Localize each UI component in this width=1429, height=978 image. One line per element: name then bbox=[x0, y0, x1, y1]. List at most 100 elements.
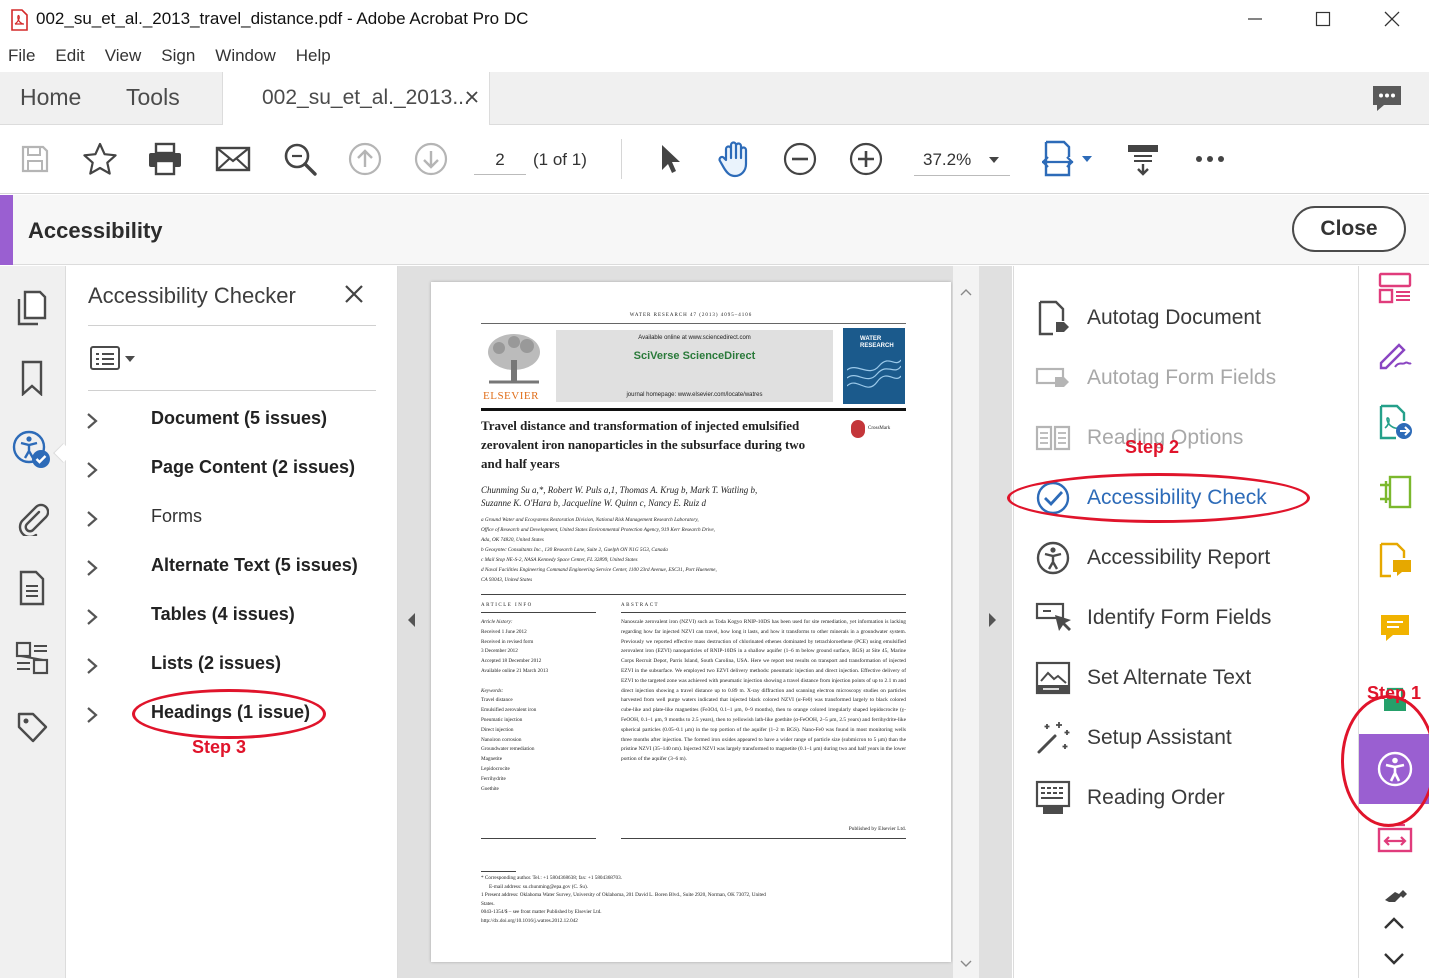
abstract-text: Nanoscale zerovalent iron (NZVI) such as… bbox=[621, 619, 906, 763]
options-menu-icon[interactable] bbox=[90, 346, 138, 370]
edit-pdf-icon[interactable] bbox=[1373, 470, 1417, 514]
tool-title: Accessibility bbox=[28, 218, 163, 243]
page-number-input[interactable]: 2 bbox=[474, 145, 526, 175]
menu-help[interactable]: Help bbox=[296, 46, 343, 66]
checker-item-alternate-text[interactable]: Alternate Text (5 issues) bbox=[66, 543, 398, 592]
rule bbox=[481, 408, 906, 411]
checker-item-tables[interactable]: Tables (4 issues) bbox=[66, 592, 398, 641]
rail-scroll-up-icon[interactable] bbox=[1383, 916, 1405, 930]
save-icon[interactable] bbox=[15, 139, 55, 179]
checker-item-label: Document (5 issues) bbox=[151, 408, 328, 428]
fill-sign-icon[interactable] bbox=[1373, 332, 1417, 376]
article-info-line: 3 December 2012 bbox=[481, 648, 518, 655]
close-tab-icon[interactable] bbox=[466, 91, 478, 103]
close-button[interactable]: Close bbox=[1292, 206, 1406, 252]
minimize-button[interactable] bbox=[1226, 0, 1284, 38]
chevron-right-icon[interactable] bbox=[82, 459, 102, 481]
accent-strip bbox=[0, 195, 13, 265]
chevron-right-icon[interactable] bbox=[82, 704, 102, 726]
tool-identify-form-fields[interactable]: Identify Form Fields bbox=[1034, 592, 1354, 642]
chevron-right-icon[interactable] bbox=[82, 606, 102, 628]
rule bbox=[621, 838, 906, 839]
menu-file[interactable]: File bbox=[8, 46, 47, 66]
tab-document[interactable]: 002_su_et_al._2013... bbox=[222, 72, 490, 125]
menu-window[interactable]: Window bbox=[215, 46, 287, 66]
affiliation-line: Ada, OK 74820, United States bbox=[481, 537, 544, 543]
more-tools-icon[interactable] bbox=[1190, 139, 1230, 179]
chevron-right-icon[interactable] bbox=[82, 508, 102, 530]
tool-autotag-document[interactable]: Autotag Document bbox=[1034, 292, 1354, 342]
page-display-icon[interactable] bbox=[1040, 139, 1096, 179]
zoom-out-icon[interactable] bbox=[780, 139, 820, 179]
next-page-icon[interactable] bbox=[411, 139, 451, 179]
authors-line: Suzanne K. O'Hara b, Jacqueline W. Quinn… bbox=[481, 498, 707, 508]
document-view[interactable]: WATER RESEARCH 47 (2013) 4095–4106 ELSEV… bbox=[398, 266, 1012, 978]
checker-item-forms[interactable]: Forms bbox=[66, 494, 398, 543]
scroll-up-icon[interactable] bbox=[960, 288, 972, 296]
checker-item-label: Page Content (2 issues) bbox=[151, 457, 356, 477]
collapse-right-panel-icon[interactable] bbox=[988, 612, 998, 628]
menu-edit[interactable]: Edit bbox=[55, 46, 96, 66]
elsevier-tree-logo bbox=[481, 330, 547, 390]
article-info-line: Ferrihydrite bbox=[481, 775, 506, 782]
wrench-customize-icon[interactable] bbox=[1381, 888, 1409, 902]
document-scrollbar[interactable] bbox=[953, 266, 979, 978]
tool-label: Autotag Document bbox=[1087, 306, 1261, 329]
tool-set-alternate-text[interactable]: Set Alternate Text bbox=[1034, 652, 1354, 702]
find-search-icon[interactable] bbox=[280, 139, 320, 179]
hand-tool-icon[interactable] bbox=[715, 139, 755, 179]
tab-home[interactable]: Home bbox=[20, 84, 81, 111]
annotation-ellipse bbox=[1341, 695, 1429, 827]
chevron-right-icon[interactable] bbox=[82, 557, 102, 579]
autotag-form-fields-icon bbox=[1034, 359, 1072, 397]
bookmark-star-icon[interactable] bbox=[80, 139, 120, 179]
affiliations: a Ground Water and Ecosystems Restoratio… bbox=[481, 515, 717, 585]
tool-reading-options[interactable]: Reading Options bbox=[1034, 412, 1354, 462]
menu-sign[interactable]: Sign bbox=[161, 46, 207, 66]
maximize-button[interactable] bbox=[1294, 0, 1352, 38]
menu-view[interactable]: View bbox=[105, 46, 154, 66]
tool-accessibility-report[interactable]: Accessibility Report bbox=[1034, 532, 1354, 582]
tag-label-icon[interactable] bbox=[12, 708, 52, 748]
zoom-dropdown[interactable]: 37.2% bbox=[914, 144, 1010, 176]
checker-item-document[interactable]: Document (5 issues) bbox=[66, 396, 398, 445]
rule bbox=[481, 323, 906, 324]
scroll-mode-icon[interactable] bbox=[1123, 139, 1163, 179]
checker-item-page-content[interactable]: Page Content (2 issues) bbox=[66, 445, 398, 494]
chevron-right-icon[interactable] bbox=[82, 410, 102, 432]
scroll-down-icon[interactable] bbox=[960, 960, 972, 968]
divider bbox=[88, 325, 376, 326]
accessibility-checker-panel-icon[interactable] bbox=[12, 430, 52, 470]
comment-chat-icon[interactable] bbox=[1370, 83, 1404, 113]
annotation-step2: Step 2 bbox=[1125, 437, 1180, 457]
previous-page-icon[interactable] bbox=[345, 139, 385, 179]
close-panel-icon[interactable] bbox=[344, 284, 364, 304]
window-close-button[interactable] bbox=[1363, 0, 1421, 38]
page-thumbnails-icon[interactable] bbox=[12, 288, 52, 328]
checker-item-lists[interactable]: Lists (2 issues) bbox=[66, 641, 398, 690]
tool-autotag-form-fields[interactable]: Autotag Form Fields bbox=[1034, 352, 1354, 402]
email-icon[interactable] bbox=[213, 139, 253, 179]
footnote-line: 1 Present address: Oklahoma Water Survey… bbox=[481, 892, 766, 899]
rail-scroll-down-icon[interactable] bbox=[1383, 952, 1405, 966]
select-cursor-icon[interactable] bbox=[650, 139, 690, 179]
affiliation-line: d Naval Facilities Engineering Command E… bbox=[481, 567, 717, 573]
attachments-paperclip-icon[interactable] bbox=[12, 498, 52, 538]
tool-label: Set Alternate Text bbox=[1087, 666, 1252, 689]
tab-tools[interactable]: Tools bbox=[126, 84, 180, 111]
collapse-left-panel-icon[interactable] bbox=[406, 612, 416, 628]
bookmarks-icon[interactable] bbox=[12, 358, 52, 398]
comment-document-icon[interactable] bbox=[1373, 538, 1417, 582]
print-icon[interactable] bbox=[145, 139, 185, 179]
organize-pages-icon[interactable] bbox=[1373, 266, 1417, 310]
tags-tree-icon[interactable] bbox=[12, 638, 52, 678]
zoom-in-icon[interactable] bbox=[846, 139, 886, 179]
export-pdf-icon[interactable] bbox=[1373, 400, 1417, 444]
sciencedirect-banner: Available online at www.sciencedirect.co… bbox=[556, 330, 833, 402]
page-content-icon[interactable] bbox=[12, 568, 52, 608]
comment-icon[interactable] bbox=[1373, 606, 1417, 650]
chevron-right-icon[interactable] bbox=[82, 655, 102, 677]
tool-setup-assistant[interactable]: Setup Assistant bbox=[1034, 712, 1354, 762]
tool-reading-order[interactable]: Reading Order bbox=[1034, 772, 1354, 822]
title-bar: 002_su_et_al._2013_travel_distance.pdf -… bbox=[0, 0, 1429, 40]
